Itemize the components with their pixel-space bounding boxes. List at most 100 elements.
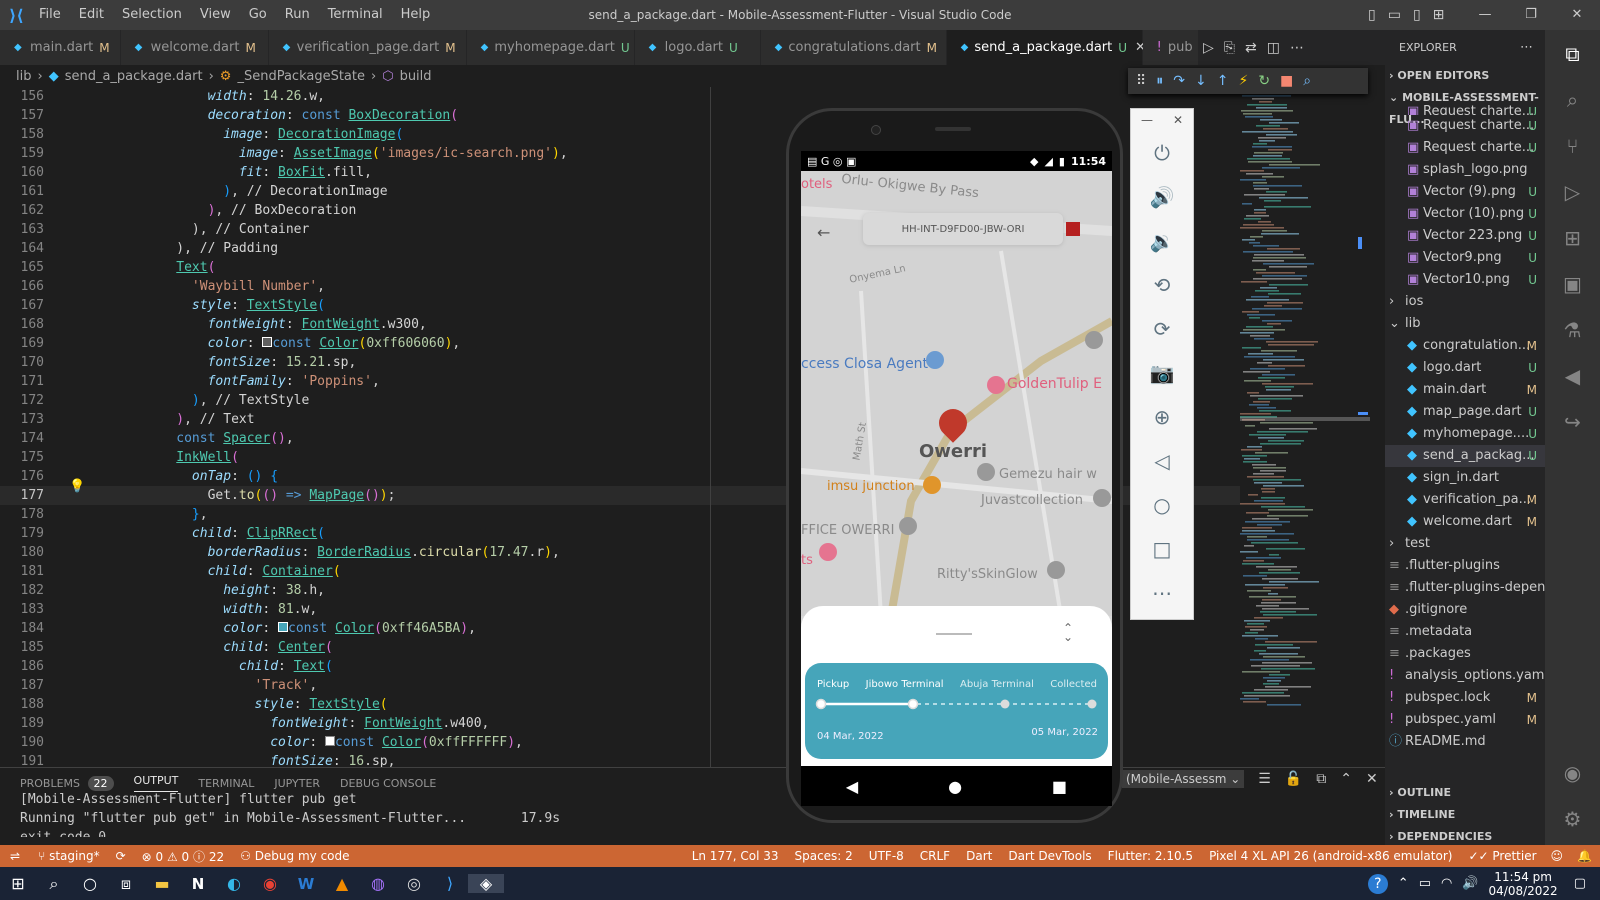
toggle-panel-icon[interactable]: ▭ — [1388, 7, 1401, 23]
tab-verification[interactable]: ◆ verification_page.dart M — [268, 30, 467, 65]
back-icon[interactable]: ◁ — [1131, 439, 1193, 483]
tab-myhomepage[interactable]: ◆ myhomepage.dart U — [466, 30, 635, 65]
maximize-panel-icon[interactable]: ⌃ — [1340, 771, 1352, 787]
output-channel-select[interactable]: (Mobile-Assessm ⌄ — [1122, 770, 1245, 788]
step-into-icon[interactable]: ↓ — [1195, 73, 1207, 89]
open-editors-section[interactable]: › OPEN EDITORS — [1385, 65, 1545, 87]
file-tree-item[interactable]: › test — [1385, 533, 1545, 555]
branch-item[interactable]: ⑂ staging* — [30, 849, 108, 863]
outline-section[interactable]: › OUTLINE — [1385, 782, 1545, 804]
stop-icon[interactable]: ■ — [1280, 73, 1293, 89]
split-editor-icon[interactable]: ◫ — [1267, 40, 1280, 56]
file-tree-item[interactable]: ≡ .flutter-plugins — [1385, 555, 1545, 577]
timeline-section[interactable]: › TIMELINE — [1385, 804, 1545, 826]
testing-icon[interactable]: ⚗ — [1564, 318, 1582, 342]
rotate-right-icon[interactable]: ⟳ — [1131, 307, 1193, 351]
clock[interactable]: 11:54 pm 04/08/2022 — [1489, 870, 1558, 898]
tab-terminal[interactable]: TERMINAL — [198, 777, 254, 790]
expand-icon[interactable]: ⌃ ⌄ — [1063, 622, 1073, 643]
file-tree-item[interactable]: ≡ .flutter-plugins-depen... — [1385, 577, 1545, 599]
file-tree-item[interactable]: ≡ .packages — [1385, 643, 1545, 665]
camera-icon[interactable]: 📷 — [1131, 351, 1193, 395]
notifications-icon[interactable]: 🔔 — [1569, 849, 1600, 863]
file-tree-item[interactable]: ! pubspec.lock M — [1385, 687, 1545, 709]
file-tree-item[interactable]: › ios — [1385, 291, 1545, 313]
flutter-version[interactable]: Flutter: 2.10.5 — [1100, 849, 1201, 863]
file-tree-item[interactable]: ◆ .gitignore — [1385, 599, 1545, 621]
minimap[interactable] — [1240, 87, 1375, 767]
edge-icon[interactable]: ◐ — [216, 874, 252, 893]
problems-item[interactable]: ⊗ 0 ⚠ 0 ⓘ 22 — [134, 848, 232, 865]
file-tree-item[interactable]: ▣ Vector (9).png U — [1385, 181, 1545, 203]
breadcrumb-item[interactable]: build — [400, 69, 432, 84]
tab-logo[interactable]: ◆ logo.dart U — [634, 30, 761, 65]
toggle-secondary-sidebar-icon[interactable]: ▯ — [1413, 7, 1421, 23]
run-icon[interactable]: ▷ — [1203, 40, 1214, 56]
cortana-icon[interactable]: ○ — [72, 874, 108, 893]
device-selector[interactable]: Pixel 4 XL API 26 (android-x86 emulator) — [1201, 849, 1460, 863]
menu-view[interactable]: View — [191, 0, 240, 30]
task-view-icon[interactable]: ⧈ — [108, 874, 144, 894]
file-explorer-icon[interactable]: ▬ — [144, 874, 180, 893]
minimize-icon[interactable]: — — [1462, 0, 1508, 30]
file-tree-item[interactable]: ! analysis_options.yaml — [1385, 665, 1545, 687]
file-tree-item[interactable]: ◆ main.dart M — [1385, 379, 1545, 401]
tray-chevron-icon[interactable]: ⌃ — [1398, 876, 1409, 891]
extensions-icon[interactable]: ⊞ — [1564, 226, 1581, 250]
line-ending[interactable]: CRLF — [912, 849, 958, 863]
pause-icon[interactable]: ⏸ — [1156, 73, 1163, 89]
file-tree-item[interactable]: ◆ logo.dart U — [1385, 357, 1545, 379]
tab-problems[interactable]: PROBLEMS 22 — [20, 775, 114, 791]
code-line[interactable]: 156 width: 14.26.w, — [0, 87, 1240, 106]
tab-jupyter[interactable]: JUPYTER — [274, 777, 320, 790]
lightbulb-icon[interactable]: 💡 — [69, 479, 85, 494]
tab-send-a-package[interactable]: ◆ send_a_package.dart U ✕ — [946, 30, 1146, 65]
help-icon[interactable]: ? — [1367, 873, 1388, 894]
nav-recents-icon[interactable]: ■ — [1052, 777, 1067, 796]
volume-icon[interactable]: 🔊 — [1462, 876, 1478, 891]
menu-edit[interactable]: Edit — [70, 0, 113, 30]
power-icon[interactable]: ⏻ — [1131, 131, 1193, 175]
volume-up-icon[interactable]: 🔊 — [1131, 175, 1193, 219]
file-tree-item[interactable]: ◆ map_page.dart U — [1385, 401, 1545, 423]
file-tree-item[interactable]: ◆ congratulation... M — [1385, 335, 1545, 357]
tab-pubspec[interactable]: ! pub — [1142, 30, 1199, 65]
vlc-icon[interactable]: ▲ — [324, 874, 360, 893]
file-tree-item[interactable]: ◆ verification_pa... M — [1385, 489, 1545, 511]
language-mode[interactable]: Dart — [958, 849, 1000, 863]
file-tree-item[interactable]: ▣ Vector10.png U — [1385, 269, 1545, 291]
close-icon[interactable]: ✕ — [1554, 0, 1600, 30]
volume-down-icon[interactable]: 🔉 — [1131, 219, 1193, 263]
menu-selection[interactable]: Selection — [113, 0, 191, 30]
step-over-icon[interactable]: ↷ — [1173, 73, 1185, 89]
obs-icon[interactable]: ◎ — [396, 874, 432, 893]
file-tree-item[interactable]: ◆ myhomepage.... U — [1385, 423, 1545, 445]
drag-handle-icon[interactable]: ⠿ — [1136, 73, 1146, 89]
close-panel-icon[interactable]: ✕ — [1366, 771, 1378, 787]
toggle-sidebar-icon[interactable]: ▯ — [1368, 7, 1376, 23]
remote-explorer-icon[interactable]: ▣ — [1563, 272, 1582, 296]
file-tree-item[interactable]: ⓘ README.md — [1385, 731, 1545, 753]
bottom-sheet[interactable]: ⌃ ⌄ Pickup Jibowo Terminal Abuja Terminal… — [801, 606, 1112, 766]
notion-icon[interactable]: N — [180, 875, 216, 893]
phone-screen[interactable]: ▤ G ◎ ▣ ◆ ◢ ▮ 11:54 otels Orlu- Okigwe B… — [801, 151, 1112, 786]
word-icon[interactable]: W — [288, 875, 324, 893]
prettier-item[interactable]: ✓✓ Prettier — [1460, 849, 1544, 863]
run-debug-icon[interactable]: ▷ — [1565, 180, 1580, 204]
zoom-icon[interactable]: ⊕ — [1131, 395, 1193, 439]
vscode-taskbar-icon[interactable]: ⟩ — [432, 874, 468, 893]
encoding[interactable]: UTF-8 — [861, 849, 912, 863]
cursor-position[interactable]: Ln 177, Col 33 — [684, 849, 787, 863]
settings-gear-icon[interactable]: ⚙ — [1564, 807, 1582, 831]
chrome-icon[interactable]: ◉ — [252, 874, 288, 893]
customize-layout-icon[interactable]: ⊞ — [1433, 7, 1445, 23]
sync-icon[interactable]: ⟳ — [108, 849, 134, 863]
file-tree-item[interactable]: ◆ welcome.dart M — [1385, 511, 1545, 533]
more-icon[interactable]: ⋯ — [1131, 571, 1193, 615]
file-tree-item[interactable]: ◆ sign_in.dart — [1385, 467, 1545, 489]
battery-icon[interactable]: ▭ — [1419, 876, 1431, 891]
flutter-icon[interactable]: ◀ — [1565, 364, 1580, 388]
file-tree-item[interactable]: ▣ Request charte... U — [1385, 101, 1545, 115]
search-icon[interactable]: ⌕ — [36, 874, 72, 894]
tab-debug-console[interactable]: DEBUG CONSOLE — [340, 777, 436, 790]
